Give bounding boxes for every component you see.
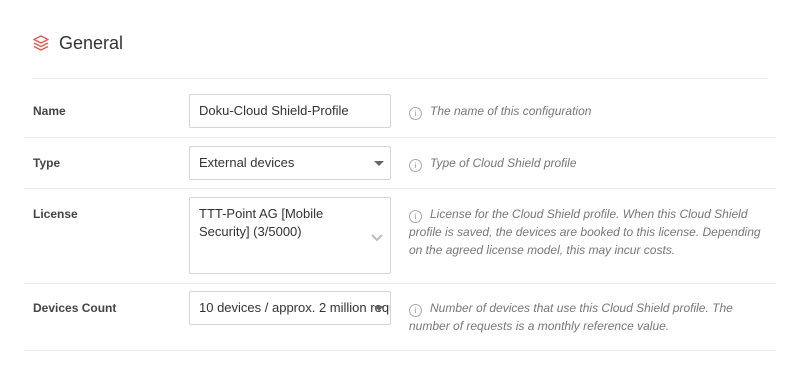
row-divider	[24, 350, 776, 351]
panel-title: General	[59, 32, 124, 53]
license-label: License	[33, 207, 78, 221]
devices-count-select-value: 10 devices / approx. 2 million requests	[199, 300, 390, 315]
license-help: i License for the Cloud Shield profile. W…	[409, 205, 774, 259]
license-help-text: License for the Cloud Shield profile. Wh…	[409, 207, 761, 257]
devices-count-help: i Number of devices that use this Cloud S…	[409, 299, 774, 335]
type-help-text: Type of Cloud Shield profile	[430, 156, 577, 170]
row-divider	[24, 137, 776, 138]
info-icon: i	[409, 210, 422, 223]
row-divider	[24, 188, 776, 189]
panel-header: General	[32, 28, 123, 58]
name-help-text: The name of this configuration	[430, 104, 592, 118]
name-input[interactable]: Doku-Cloud Shield-Profile	[189, 94, 391, 128]
layers-icon	[32, 34, 50, 52]
chevron-down-icon	[370, 230, 384, 242]
name-help: i The name of this configuration	[409, 102, 774, 120]
devices-count-help-text: Number of devices that use this Cloud Sh…	[409, 301, 733, 333]
info-icon: i	[409, 159, 422, 172]
info-icon: i	[409, 304, 422, 317]
devices-count-select[interactable]: 10 devices / approx. 2 million requests	[189, 291, 391, 325]
name-label: Name	[33, 104, 66, 118]
header-divider	[32, 78, 768, 79]
license-select[interactable]: TTT-Point AG [Mobile Security] (3/5000)	[189, 197, 391, 274]
caret-down-icon	[374, 306, 384, 311]
row-divider	[24, 283, 776, 284]
type-label: Type	[33, 156, 61, 170]
type-select[interactable]: External devices	[189, 146, 391, 180]
license-select-value: TTT-Point AG [Mobile Security] (3/5000)	[199, 206, 324, 239]
type-select-value: External devices	[199, 155, 295, 170]
type-help: i Type of Cloud Shield profile	[409, 154, 774, 172]
info-icon: i	[409, 107, 422, 120]
caret-down-icon	[374, 161, 384, 166]
devices-count-label: Devices Count	[33, 301, 117, 315]
